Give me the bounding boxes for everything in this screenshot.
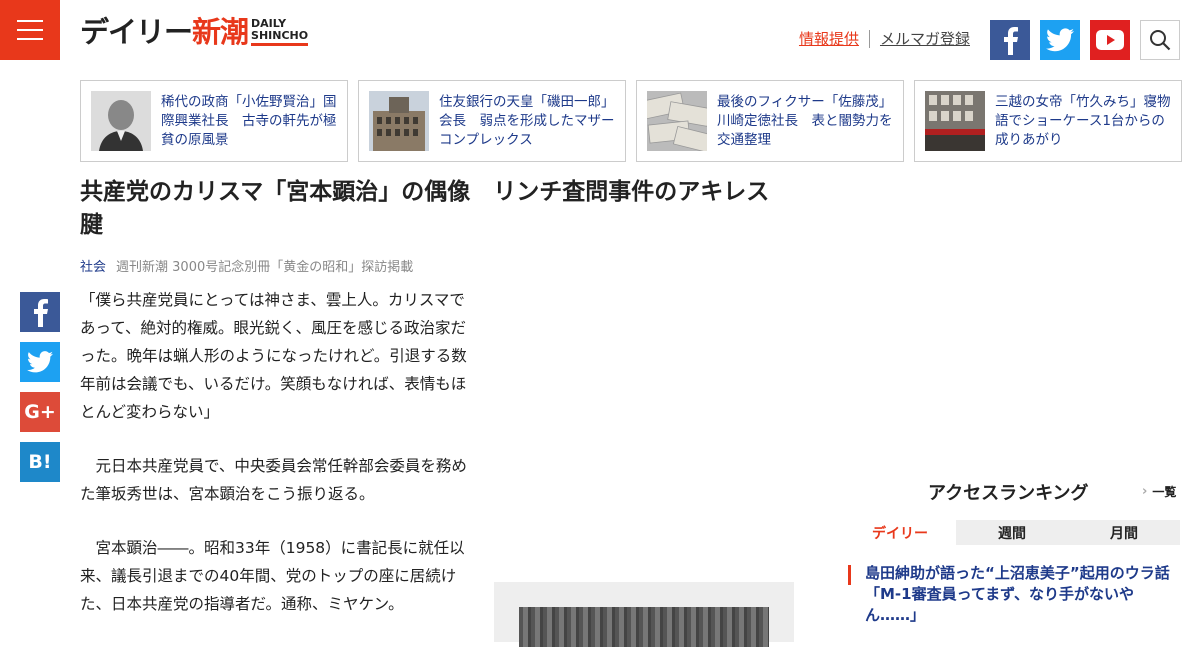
store-thumbnail	[925, 91, 985, 151]
article-photo	[519, 607, 769, 647]
building-thumbnail	[369, 91, 429, 151]
youtube-icon	[1096, 30, 1124, 50]
ranking-tabs: デイリー 週間 月間	[844, 520, 1180, 545]
site-logo[interactable]: デイリー新潮 DAILY SHINCHO	[80, 15, 309, 49]
share-buttons: G+ B!	[20, 292, 60, 482]
twitter-button[interactable]	[1040, 20, 1080, 60]
related-card-title: 最後のフィクサー「佐藤茂」川崎定徳社長 表と闇勢力を交通整理	[717, 93, 893, 148]
ranking-more-label: 一覧	[1152, 485, 1177, 499]
share-hatena-button[interactable]: B!	[20, 442, 60, 482]
ranking-more-link[interactable]: › 一覧	[1142, 483, 1176, 500]
article-meta: 社会 週刊新潮 3000号記念別冊「黄金の昭和」探訪掲載	[80, 256, 413, 275]
article-paragraph: 宮本顕治――。昭和33年（1958）に書記長に就任以来、議長引退までの40年間、…	[80, 539, 465, 613]
article-body: 「僕ら共産党員にとっては神さま、雲上人。カリスマであって、絶対的権威。眼光鋭く、…	[80, 286, 472, 644]
hatena-bookmark-icon: B!	[28, 451, 52, 473]
menu-button[interactable]	[0, 0, 60, 60]
search-icon	[1150, 30, 1171, 51]
related-card[interactable]: 最後のフィクサー「佐藤茂」川崎定徳社長 表と闇勢力を交通整理	[636, 80, 904, 162]
social-links	[990, 20, 1180, 60]
related-card[interactable]: 稀代の政商「小佐野賢治」国際興業社長 古寺の軒先が極貧の原風景	[80, 80, 348, 162]
tab-weekly[interactable]: 週間	[956, 520, 1068, 545]
category-link[interactable]: 社会	[80, 256, 106, 275]
facebook-button[interactable]	[990, 20, 1030, 60]
info-link[interactable]: 情報提供	[799, 28, 859, 49]
twitter-icon	[27, 351, 53, 373]
share-facebook-button[interactable]	[20, 292, 60, 332]
article-paragraph: 元日本共産党員で、中央委員会常任幹部会委員を務めた筆坂秀世は、宮本顕治をこう振り…	[80, 457, 467, 503]
related-card-title: 住友銀行の天皇「磯田一郎」会長 弱点を形成したマザーコンプレックス	[439, 93, 615, 148]
article-title: 共産党のカリスマ「宮本顕治」の偶像 リンチ査問事件のアキレス腱	[80, 179, 770, 238]
ranking-item-title: 島田紳助が語った“上沼恵美子”起用のウラ話 「M-1審査員ってまず、なり手がない…	[865, 564, 1185, 624]
article-image-frame	[494, 582, 794, 647]
article-paragraph: 「僕ら共産党員にとっては神さま、雲上人。カリスマであって、絶対的権威。眼光鋭く、…	[80, 291, 467, 421]
youtube-button[interactable]	[1090, 20, 1130, 60]
rank-marker	[848, 565, 851, 585]
related-card[interactable]: 住友銀行の天皇「磯田一郎」会長 弱点を形成したマザーコンプレックス	[358, 80, 626, 162]
logo-jp-accent: 新潮	[192, 15, 249, 49]
chevron-right-icon: ›	[1142, 484, 1148, 499]
tab-daily[interactable]: デイリー	[844, 520, 956, 545]
search-button[interactable]	[1140, 20, 1180, 60]
twitter-icon	[1046, 28, 1074, 52]
related-articles: 稀代の政商「小佐野賢治」国際興業社長 古寺の軒先が極貧の原風景 住友銀行の天皇「…	[80, 80, 1182, 162]
ranking-item[interactable]: 島田紳助が語った“上沼恵美子”起用のウラ話 「M-1審査員ってまず、なり手がない…	[848, 563, 1185, 626]
related-card-title: 三越の女帝「竹久みち」寝物語でショーケース1台からの成りあがり	[995, 93, 1171, 148]
menu-icon	[17, 20, 43, 22]
divider	[868, 29, 870, 48]
related-card-title: 稀代の政商「小佐野賢治」国際興業社長 古寺の軒先が極貧の原風景	[161, 93, 337, 148]
facebook-icon	[34, 299, 48, 327]
newsletter-link[interactable]: メルマガ登録	[880, 28, 970, 49]
logo-en-line2: SHINCHO	[251, 29, 309, 42]
facebook-icon	[1004, 27, 1018, 55]
logo-jp-main: デイリー	[80, 15, 193, 49]
banknotes-thumbnail	[647, 91, 707, 151]
related-card[interactable]: 三越の女帝「竹久みち」寝物語でショーケース1台からの成りあがり	[914, 80, 1182, 162]
share-google-plus-button[interactable]: G+	[20, 392, 60, 432]
tab-monthly[interactable]: 月間	[1068, 520, 1180, 545]
ranking-title: アクセスランキング	[928, 483, 1089, 504]
portrait-thumbnail	[91, 91, 151, 151]
share-twitter-button[interactable]	[20, 342, 60, 382]
article-source: 週刊新潮 3000号記念別冊「黄金の昭和」探訪掲載	[116, 260, 414, 275]
google-plus-icon: G+	[24, 401, 56, 423]
header-links: 情報提供 メルマガ登録	[799, 28, 970, 49]
